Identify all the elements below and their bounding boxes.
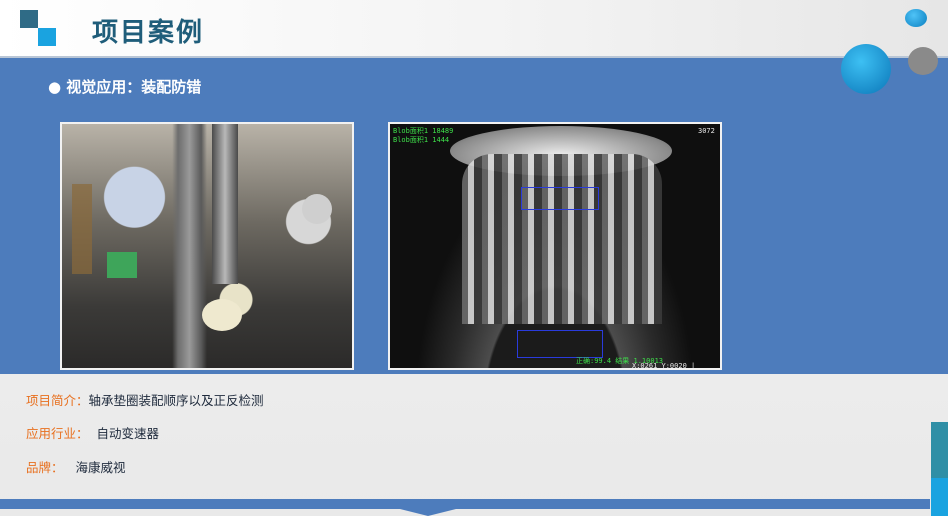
industry-value: 自动变速器 — [96, 426, 159, 441]
assembly-machine-photo — [60, 122, 354, 370]
machine-column — [212, 124, 238, 284]
industry-label: 应用行业： — [26, 426, 89, 441]
decorative-dot-large — [841, 44, 891, 94]
decorative-dot-gray — [908, 47, 938, 75]
green-component — [107, 252, 137, 278]
side-accent-teal — [931, 422, 948, 478]
page-title: 项目案例 — [92, 18, 205, 48]
vision-inspection-photo: Blob面积1 18489 Blob面积1 1444 3072 正确:99.4 … — [388, 122, 722, 370]
frame-counter: 3072 — [698, 127, 715, 135]
brand-label: 品牌： — [26, 460, 64, 475]
pixel-coords: X:0261 Y:0020 | R:029 G:029 — [632, 362, 696, 370]
decorative-dot-small — [905, 9, 927, 27]
white-gear — [202, 299, 242, 331]
intro-label: 项目简介： — [26, 393, 89, 408]
section-heading: ● 视觉应用：装配防错 — [48, 78, 202, 96]
brand-value: 海康威视 — [75, 460, 126, 475]
roi-box-bottom — [517, 330, 603, 358]
intro-value: 轴承垫圈装配顺序以及正反检测 — [88, 393, 264, 408]
industry: 应用行业： 自动变速器 — [26, 423, 159, 442]
cable-bundle — [72, 184, 92, 274]
content-band: ● 视觉应用：装配防错 Blob面积1 18489 Blob面积1 1444 3… — [0, 58, 948, 374]
brand: 品牌： 海康威视 — [26, 457, 125, 476]
roi-box-top — [521, 187, 599, 210]
header: 项目案例 — [0, 0, 948, 58]
footer-notch — [400, 509, 456, 516]
project-intro: 项目简介：轴承垫圈装配顺序以及正反检测 — [26, 390, 264, 409]
logo-square-light — [38, 28, 56, 46]
bearing-rollers — [462, 154, 662, 324]
cylinder-head — [302, 194, 332, 224]
footer-bar — [0, 499, 930, 509]
blob-readout-2: Blob面积1 1444 — [393, 136, 450, 144]
side-accent-blue — [931, 478, 948, 516]
logo-square-dark — [20, 10, 38, 28]
